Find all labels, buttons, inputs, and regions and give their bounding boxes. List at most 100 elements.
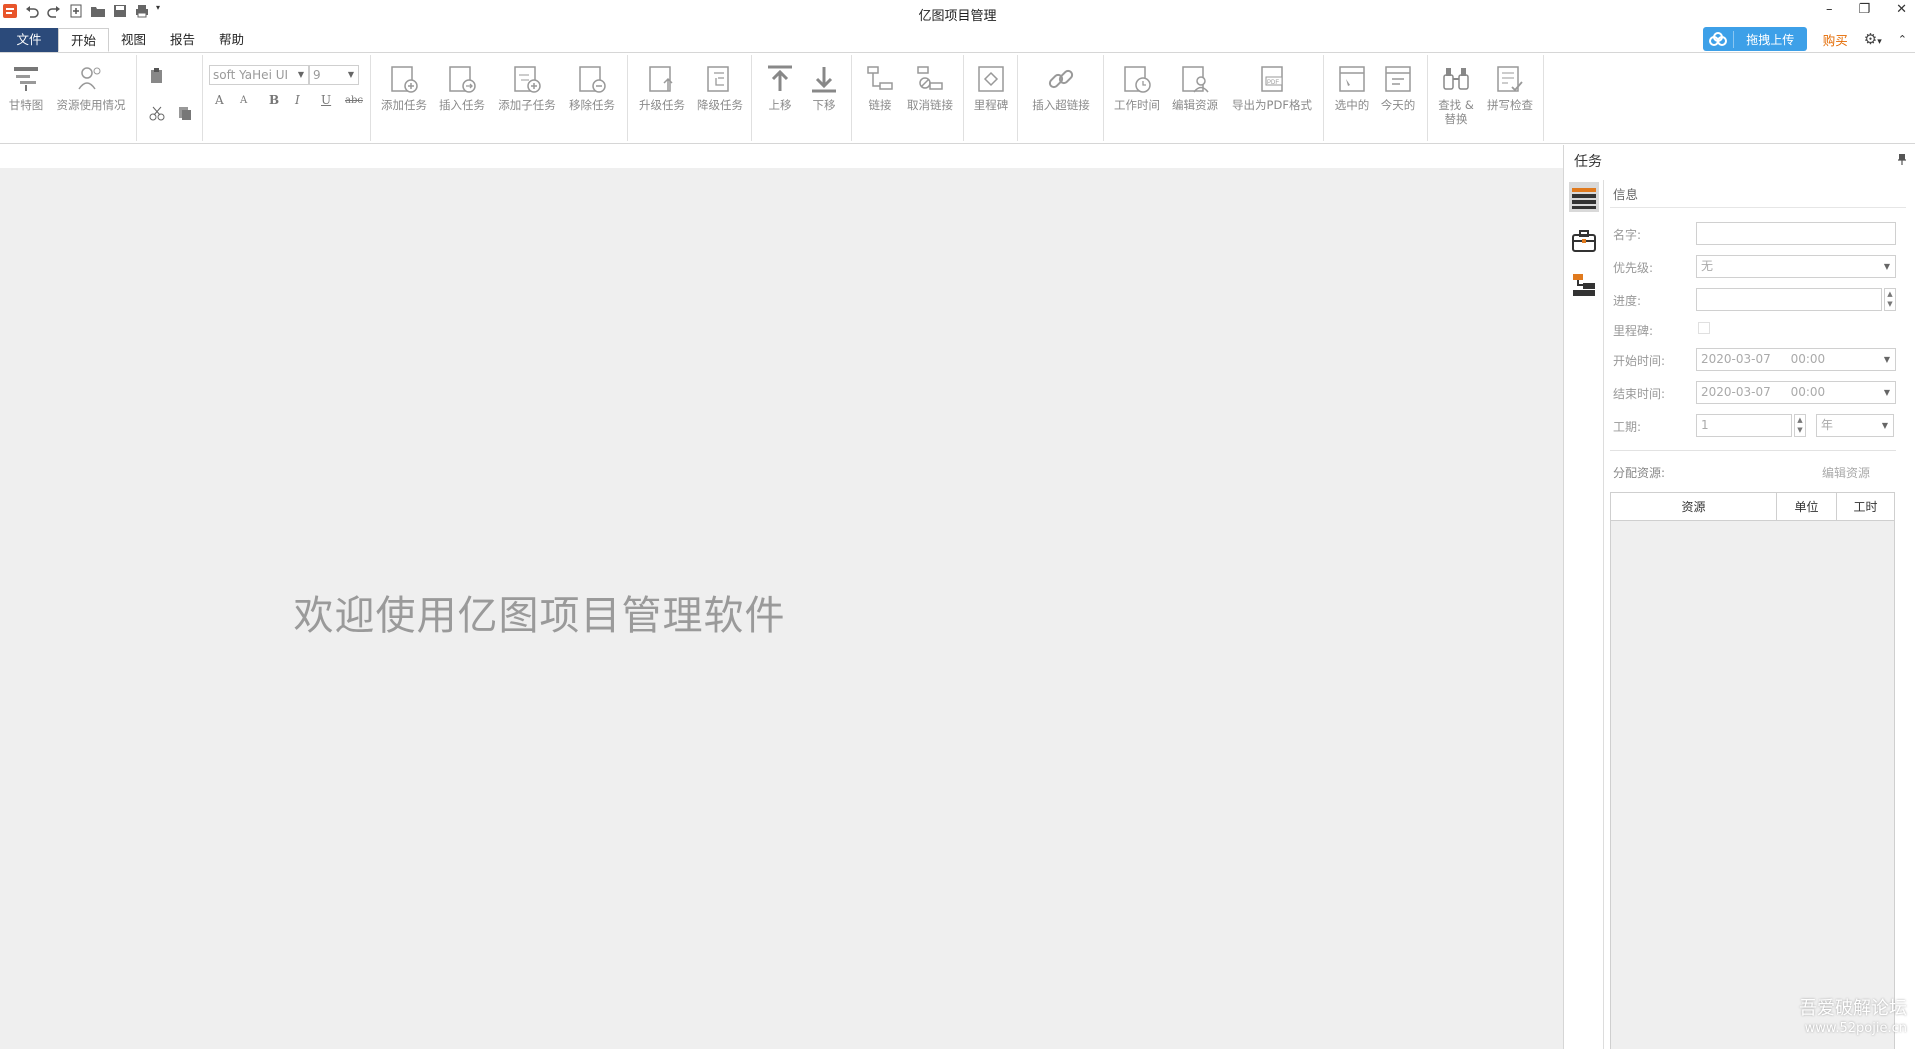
- group-views: 甘特图 资源使用情况: [0, 55, 137, 141]
- shrink-font-button[interactable]: A: [240, 95, 247, 106]
- binoculars-icon: [1443, 68, 1469, 90]
- paste-icon[interactable]: [149, 67, 165, 88]
- panel-title: 任务: [1574, 154, 1602, 170]
- resource-table-header: 资源 单位 工时: [1611, 493, 1894, 521]
- end-datetime-field[interactable]: 2020-03-07 00:00 ▼: [1696, 381, 1896, 404]
- grow-font-button[interactable]: A: [215, 93, 224, 107]
- progress-stepper[interactable]: ▲ ▼: [1884, 288, 1896, 311]
- italic-button[interactable]: I: [295, 93, 300, 107]
- bold-button[interactable]: B: [269, 93, 279, 107]
- group-editing: 查找 & 替换 拼写检查: [1428, 55, 1544, 141]
- move-up-icon: [768, 65, 792, 91]
- chevron-down-icon: ▼: [1883, 355, 1890, 364]
- resource-table: 资源 单位 工时: [1610, 492, 1895, 1049]
- remove-task-icon: [579, 66, 606, 93]
- remove-task-button[interactable]: 移除任务: [565, 63, 619, 112]
- col-work-hours[interactable]: 工时: [1837, 493, 1894, 520]
- progress-field[interactable]: [1696, 288, 1882, 311]
- group-link: 链接 取消链接: [852, 55, 964, 141]
- edit-resource-link[interactable]: 编辑资源: [1822, 464, 1870, 481]
- progress-label: 进度:: [1613, 294, 1642, 308]
- duration-label: 工期:: [1613, 420, 1642, 434]
- today-icon: [1385, 66, 1411, 92]
- window-controls: – ❐ ✕: [1826, 2, 1907, 17]
- downgrade-task-button[interactable]: 降级任务: [694, 63, 746, 112]
- start-time-row: 开始时间: 2020-03-07 00:00 ▼: [1610, 348, 1906, 372]
- duration-stepper[interactable]: ▲ ▼: [1794, 414, 1806, 437]
- spell-check-button[interactable]: 拼写检查: [1482, 63, 1538, 112]
- resource-usage-button[interactable]: 资源使用情况: [54, 63, 128, 112]
- col-unit[interactable]: 单位: [1777, 493, 1837, 520]
- tab-start[interactable]: 开始: [58, 28, 110, 52]
- gantt-button[interactable]: 甘特图: [6, 63, 46, 112]
- insert-task-button[interactable]: 插入任务: [437, 63, 487, 112]
- today-button[interactable]: 今天的: [1376, 63, 1420, 112]
- resource-tab-icon[interactable]: [1569, 270, 1599, 300]
- work-time-button[interactable]: 工作时间: [1110, 63, 1164, 112]
- insert-task-icon: [449, 66, 476, 93]
- milestone-button[interactable]: 里程碑: [970, 63, 1012, 112]
- tab-view[interactable]: 视图: [109, 28, 158, 52]
- group-selection: 选中的 今天的: [1324, 55, 1428, 141]
- svg-text:PDF: PDF: [1267, 80, 1279, 86]
- start-datetime-field[interactable]: 2020-03-07 00:00 ▼: [1696, 348, 1896, 371]
- find-replace-button[interactable]: 查找 & 替换: [1434, 63, 1478, 126]
- upload-button[interactable]: 拖拽上传: [1702, 27, 1807, 51]
- unlink-button[interactable]: 取消链接: [902, 63, 958, 112]
- font-name-select[interactable]: soft YaHei UI ▼: [209, 65, 309, 85]
- pin-icon[interactable]: [1897, 153, 1907, 168]
- group-hyperlink: 插入超链接: [1018, 55, 1104, 141]
- task-info-tab-icon[interactable]: [1569, 182, 1599, 212]
- collapse-ribbon-icon[interactable]: ⌃: [1898, 33, 1907, 46]
- export-pdf-button[interactable]: PDF 导出为PDF格式: [1228, 63, 1316, 112]
- main-canvas[interactable]: 欢迎使用亿图项目管理软件: [0, 168, 1563, 1049]
- close-button[interactable]: ✕: [1896, 2, 1907, 17]
- add-subtask-icon: [514, 66, 541, 93]
- milestone-checkbox[interactable]: [1698, 322, 1710, 334]
- tab-file[interactable]: 文件: [0, 28, 58, 52]
- minimize-button[interactable]: –: [1826, 2, 1833, 17]
- buy-link[interactable]: 购买: [1823, 30, 1848, 49]
- briefcase-icon[interactable]: [1569, 226, 1599, 256]
- strikethrough-button[interactable]: abc: [345, 95, 363, 106]
- gantt-icon: [14, 67, 38, 91]
- upload-label: 拖拽上传: [1732, 30, 1807, 48]
- duration-unit-select[interactable]: 年 ▼: [1816, 414, 1894, 437]
- name-field[interactable]: [1696, 222, 1896, 245]
- duration-field[interactable]: 1: [1696, 414, 1792, 437]
- add-task-button[interactable]: 添加任务: [379, 63, 429, 112]
- hyperlink-icon: [1048, 69, 1074, 89]
- link-tasks-icon: [867, 66, 893, 90]
- progress-row: 进度: ▲ ▼: [1610, 288, 1906, 312]
- assign-resource-label: 分配资源:: [1613, 466, 1666, 480]
- move-up-button[interactable]: 上移: [760, 63, 800, 112]
- cut-icon[interactable]: [149, 105, 165, 124]
- ribbon-tabs: 文件 开始 视图 报告 帮助: [0, 28, 1915, 52]
- settings-menu[interactable]: ⚙▾: [1864, 30, 1882, 48]
- add-task-icon: [391, 66, 418, 93]
- gear-icon: ⚙: [1863, 30, 1878, 48]
- add-subtask-button[interactable]: 添加子任务: [495, 63, 559, 112]
- restore-button[interactable]: ❐: [1858, 2, 1870, 17]
- insert-hyperlink-button[interactable]: 插入超链接: [1028, 63, 1094, 112]
- spell-check-icon: [1497, 66, 1523, 92]
- section-info-header: 信息: [1610, 180, 1906, 208]
- tab-report[interactable]: 报告: [158, 28, 207, 52]
- upgrade-task-button[interactable]: 升级任务: [636, 63, 688, 112]
- edit-resource-ribbon-button[interactable]: 编辑资源: [1168, 63, 1222, 112]
- link-button[interactable]: 链接: [860, 63, 900, 112]
- selected-button[interactable]: 选中的: [1330, 63, 1374, 112]
- edit-resource-icon: [1182, 66, 1209, 93]
- tab-help[interactable]: 帮助: [207, 28, 256, 52]
- selected-icon: [1339, 66, 1365, 92]
- col-resource[interactable]: 资源: [1611, 493, 1777, 520]
- priority-select[interactable]: 无 ▼: [1696, 255, 1896, 278]
- watermark: 吾爱破解论坛 www.52pojie.cn: [1799, 998, 1907, 1037]
- start-time-label: 开始时间:: [1613, 354, 1666, 368]
- move-down-button[interactable]: 下移: [804, 63, 844, 112]
- font-size-select[interactable]: 9 ▼: [309, 65, 359, 85]
- ribbon: 甘特图 资源使用情况 soft YaHei UI ▼ 9 ▼ A A B I U a…: [0, 52, 1915, 144]
- chevron-down-icon: ▼: [1883, 388, 1890, 397]
- underline-button[interactable]: U: [321, 93, 331, 107]
- copy-icon[interactable]: [177, 105, 193, 124]
